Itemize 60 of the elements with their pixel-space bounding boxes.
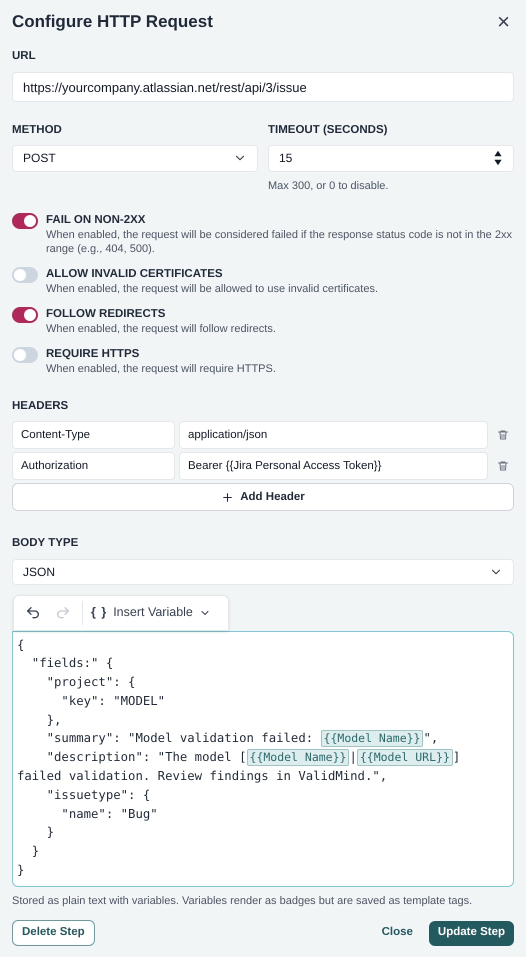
section-label: HEADERS (12, 399, 70, 414)
trash-icon (497, 460, 509, 472)
field-label: URL (12, 49, 37, 64)
toggle-description: When enabled, the request will be allowed to use invalid certificates. (46, 282, 378, 296)
code-text: } (46, 824, 54, 842)
toggle-description: When enabled, the request will require HTTPS. (46, 362, 276, 376)
toggle-switch[interactable] (12, 267, 38, 283)
spinner-arrows-icon (493, 149, 503, 167)
code-text: { (17, 636, 24, 654)
hint-text: Stored as plain text with variables. Variables render as badges but are saved as template tags. (12, 894, 474, 908)
code-text: "description": "The model [ (46, 749, 247, 766)
field-label: BODY TYPE (12, 536, 80, 552)
code-text: "project": { (46, 674, 136, 692)
code-text: "name": "Bug" (60, 806, 158, 823)
hint-text: Max 300, or 0 to disable. (268, 178, 390, 194)
header-name-field[interactable]: Authorization (12, 452, 175, 480)
toggle-switch[interactable] (12, 307, 38, 323)
code-text: "key": "MODEL" (60, 692, 166, 710)
variable-tag: {{Model URL}} (356, 749, 453, 766)
delete-step-button[interactable]: Delete Step (12, 920, 95, 946)
window-title: Configure HTTP Request (12, 11, 213, 34)
header-name-field[interactable]: Content-Type (12, 421, 175, 450)
timeout-field[interactable]: 15 (268, 144, 514, 172)
code-text: } (30, 843, 40, 860)
toggle-label: REQUIRE HTTPS (46, 347, 140, 362)
add-header-button[interactable]: Add Header (12, 483, 514, 512)
code-text: ] (452, 749, 460, 766)
undo-icon (25, 604, 41, 620)
field-label: METHOD (12, 123, 63, 138)
header-value-field[interactable]: Bearer {{Jira Personal Access Token}} (179, 452, 488, 480)
variable-tag: {{Model Name}} (246, 749, 350, 766)
redo-icon (55, 604, 71, 620)
update-step-button[interactable]: Update Step (428, 920, 514, 946)
toggle-description: When enabled, the request will follow redirects. (46, 322, 276, 336)
toggle-switch[interactable] (12, 213, 38, 229)
close-button[interactable]: × (493, 11, 514, 33)
toggle-label: ALLOW INVALID CERTIFICATES (46, 267, 224, 282)
toggle-description: When enabled, the request will be considered failed if the response status code is not in the 2xx range (e.g., 404, 500). (46, 228, 513, 256)
code-text: | (349, 749, 357, 766)
insert-variable-button[interactable]: { } Insert Variable (91, 603, 211, 622)
header-value-field[interactable]: application/json (179, 421, 488, 450)
code-text: "issuetype": { (46, 786, 150, 804)
body-type-select[interactable]: JSON (12, 558, 514, 584)
url-field[interactable]: https://yourcompany.atlassian.net/rest/api/3/issue (12, 72, 514, 102)
toggle-switch[interactable] (12, 347, 38, 363)
field-label: TIMEOUT (SECONDS) (268, 123, 388, 138)
toggle-label: FOLLOW REDIRECTS (46, 307, 166, 322)
code-text: } (17, 862, 24, 880)
code-text: }, (46, 712, 62, 729)
code-text: "fields:" { (30, 655, 114, 672)
code-text: ", (423, 730, 438, 748)
method-select[interactable]: POST (12, 144, 258, 172)
code-text: "summary": "Model validation failed: (46, 730, 314, 748)
close-link-button[interactable]: Close (382, 924, 413, 942)
code-editor[interactable] (12, 630, 514, 886)
toggle-label: FAIL ON NON-2XX (46, 213, 146, 228)
trash-icon (497, 429, 509, 442)
plus-icon (221, 490, 234, 504)
variable-tag: {{Model Name}} (320, 730, 424, 748)
code-text: failed validation. Review findings in ValidMind.", (17, 768, 388, 786)
